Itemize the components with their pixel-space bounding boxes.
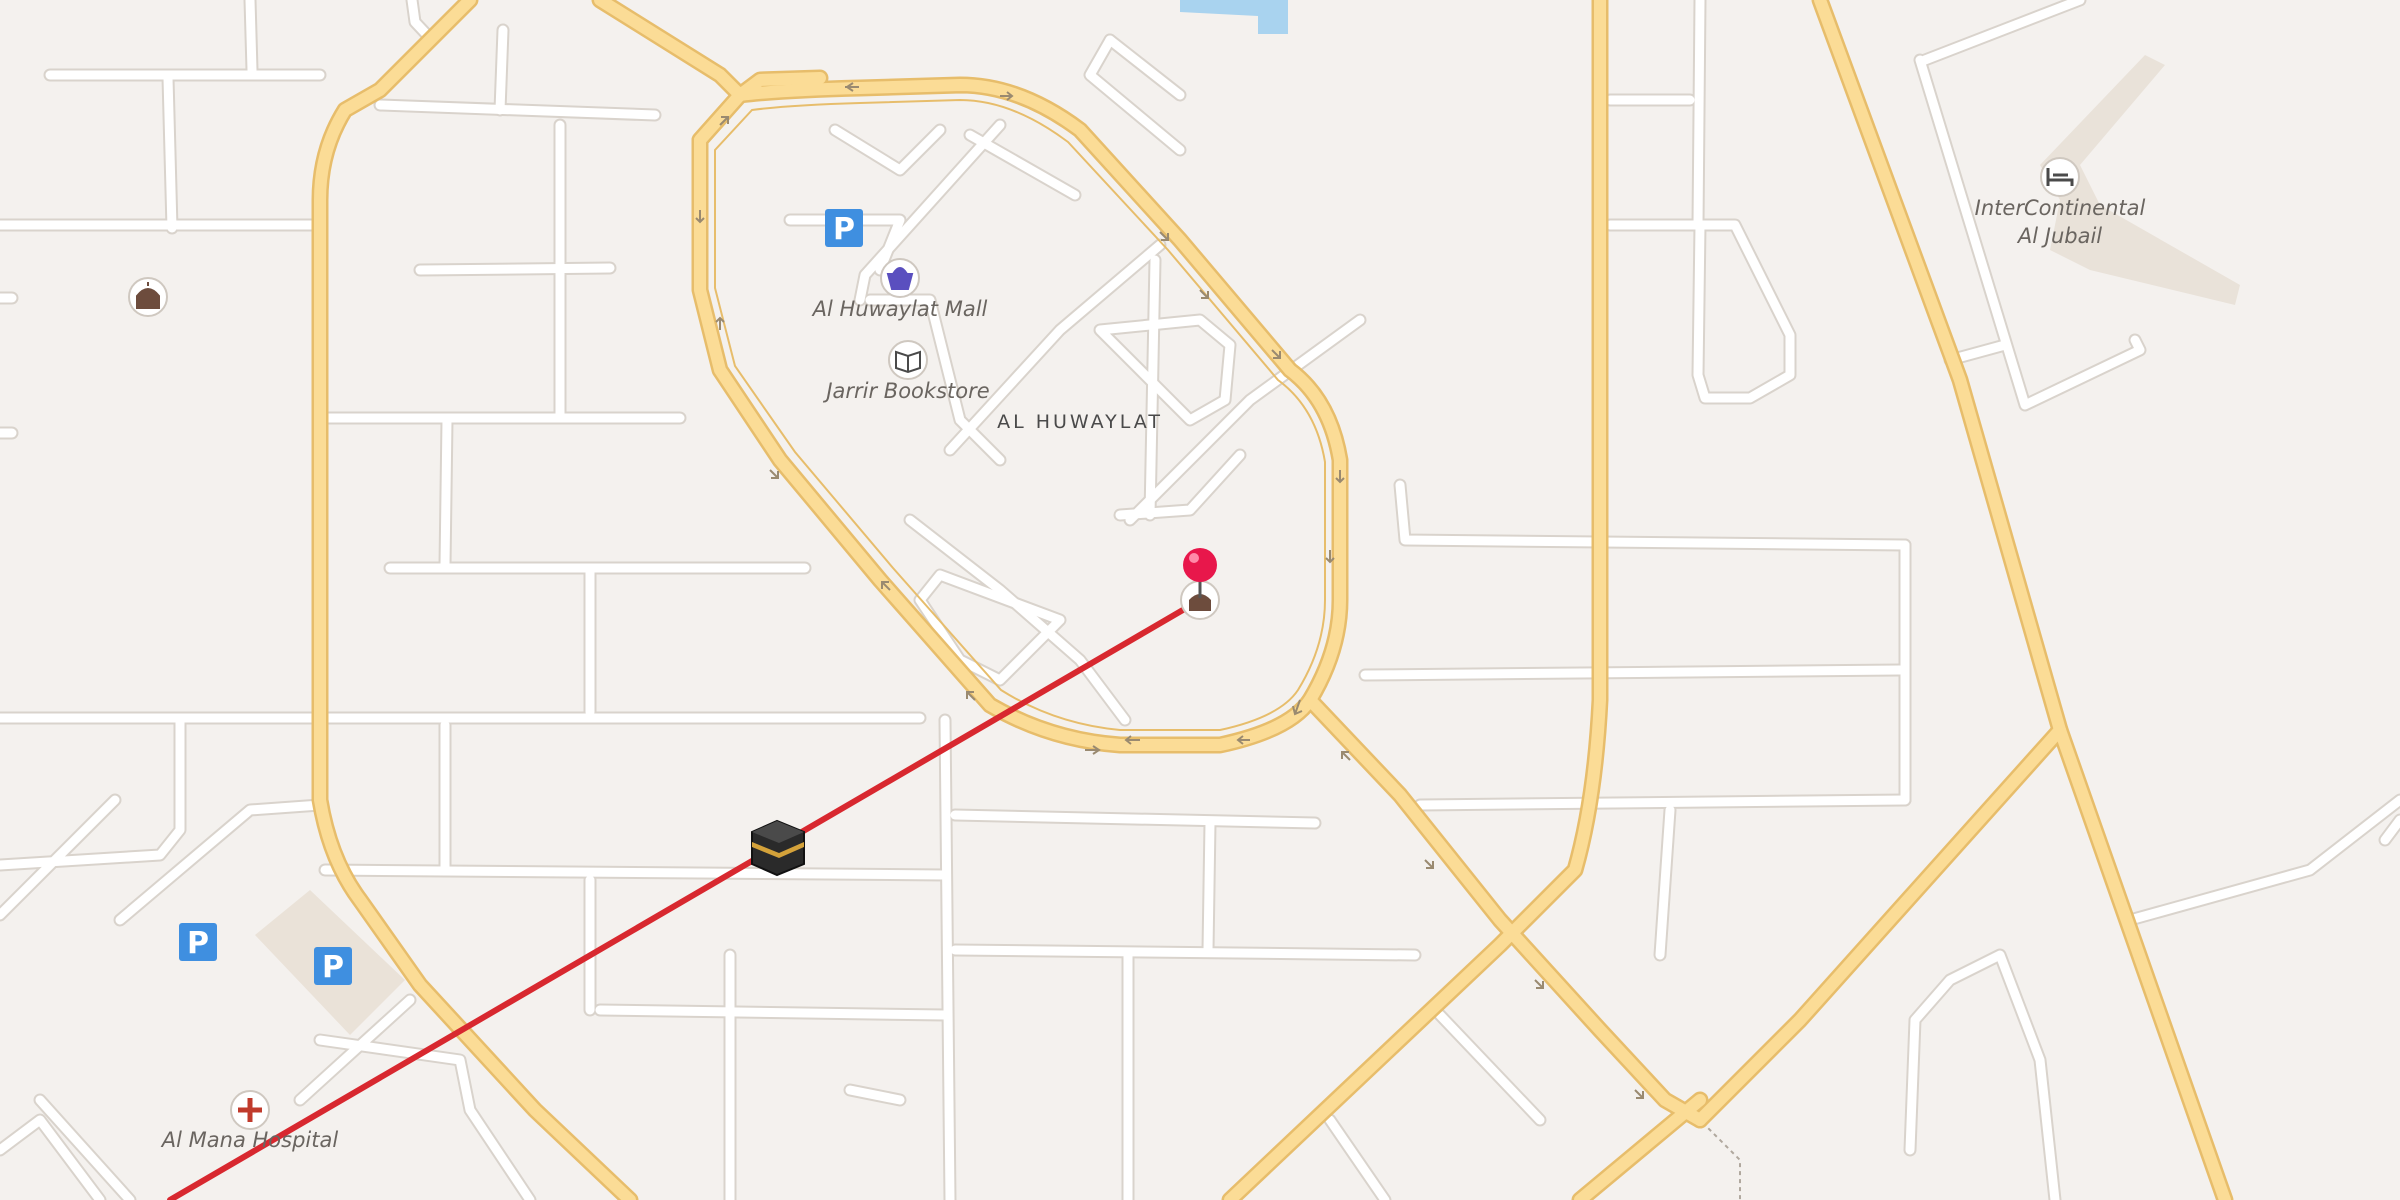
parking-marker[interactable]: P bbox=[314, 947, 352, 985]
red-pin-icon bbox=[1183, 548, 1217, 582]
parking-label: P bbox=[187, 926, 209, 961]
area-label: AL HUWAYLAT bbox=[997, 411, 1163, 433]
parking-marker[interactable]: P bbox=[179, 923, 217, 961]
hospital-label: Al Mana Hospital bbox=[160, 1128, 339, 1152]
hotel-label-line1: InterContinental bbox=[1975, 196, 2146, 220]
hotel-label-line2: Al Jubail bbox=[2016, 224, 2102, 248]
pin-highlight bbox=[1189, 553, 1199, 563]
poi-mosque-west[interactable] bbox=[128, 277, 168, 317]
parking-label: P bbox=[833, 212, 855, 247]
map-canvas[interactable]: AL HUWAYLAT Al Huwaylat Mall Jarrir Book… bbox=[0, 0, 2400, 1200]
parking-marker[interactable]: P bbox=[825, 209, 863, 247]
bookstore-label: Jarrir Bookstore bbox=[822, 379, 989, 403]
mall-label: Al Huwaylat Mall bbox=[811, 297, 988, 321]
kaaba-marker[interactable] bbox=[751, 819, 805, 877]
parking-label: P bbox=[322, 950, 344, 985]
